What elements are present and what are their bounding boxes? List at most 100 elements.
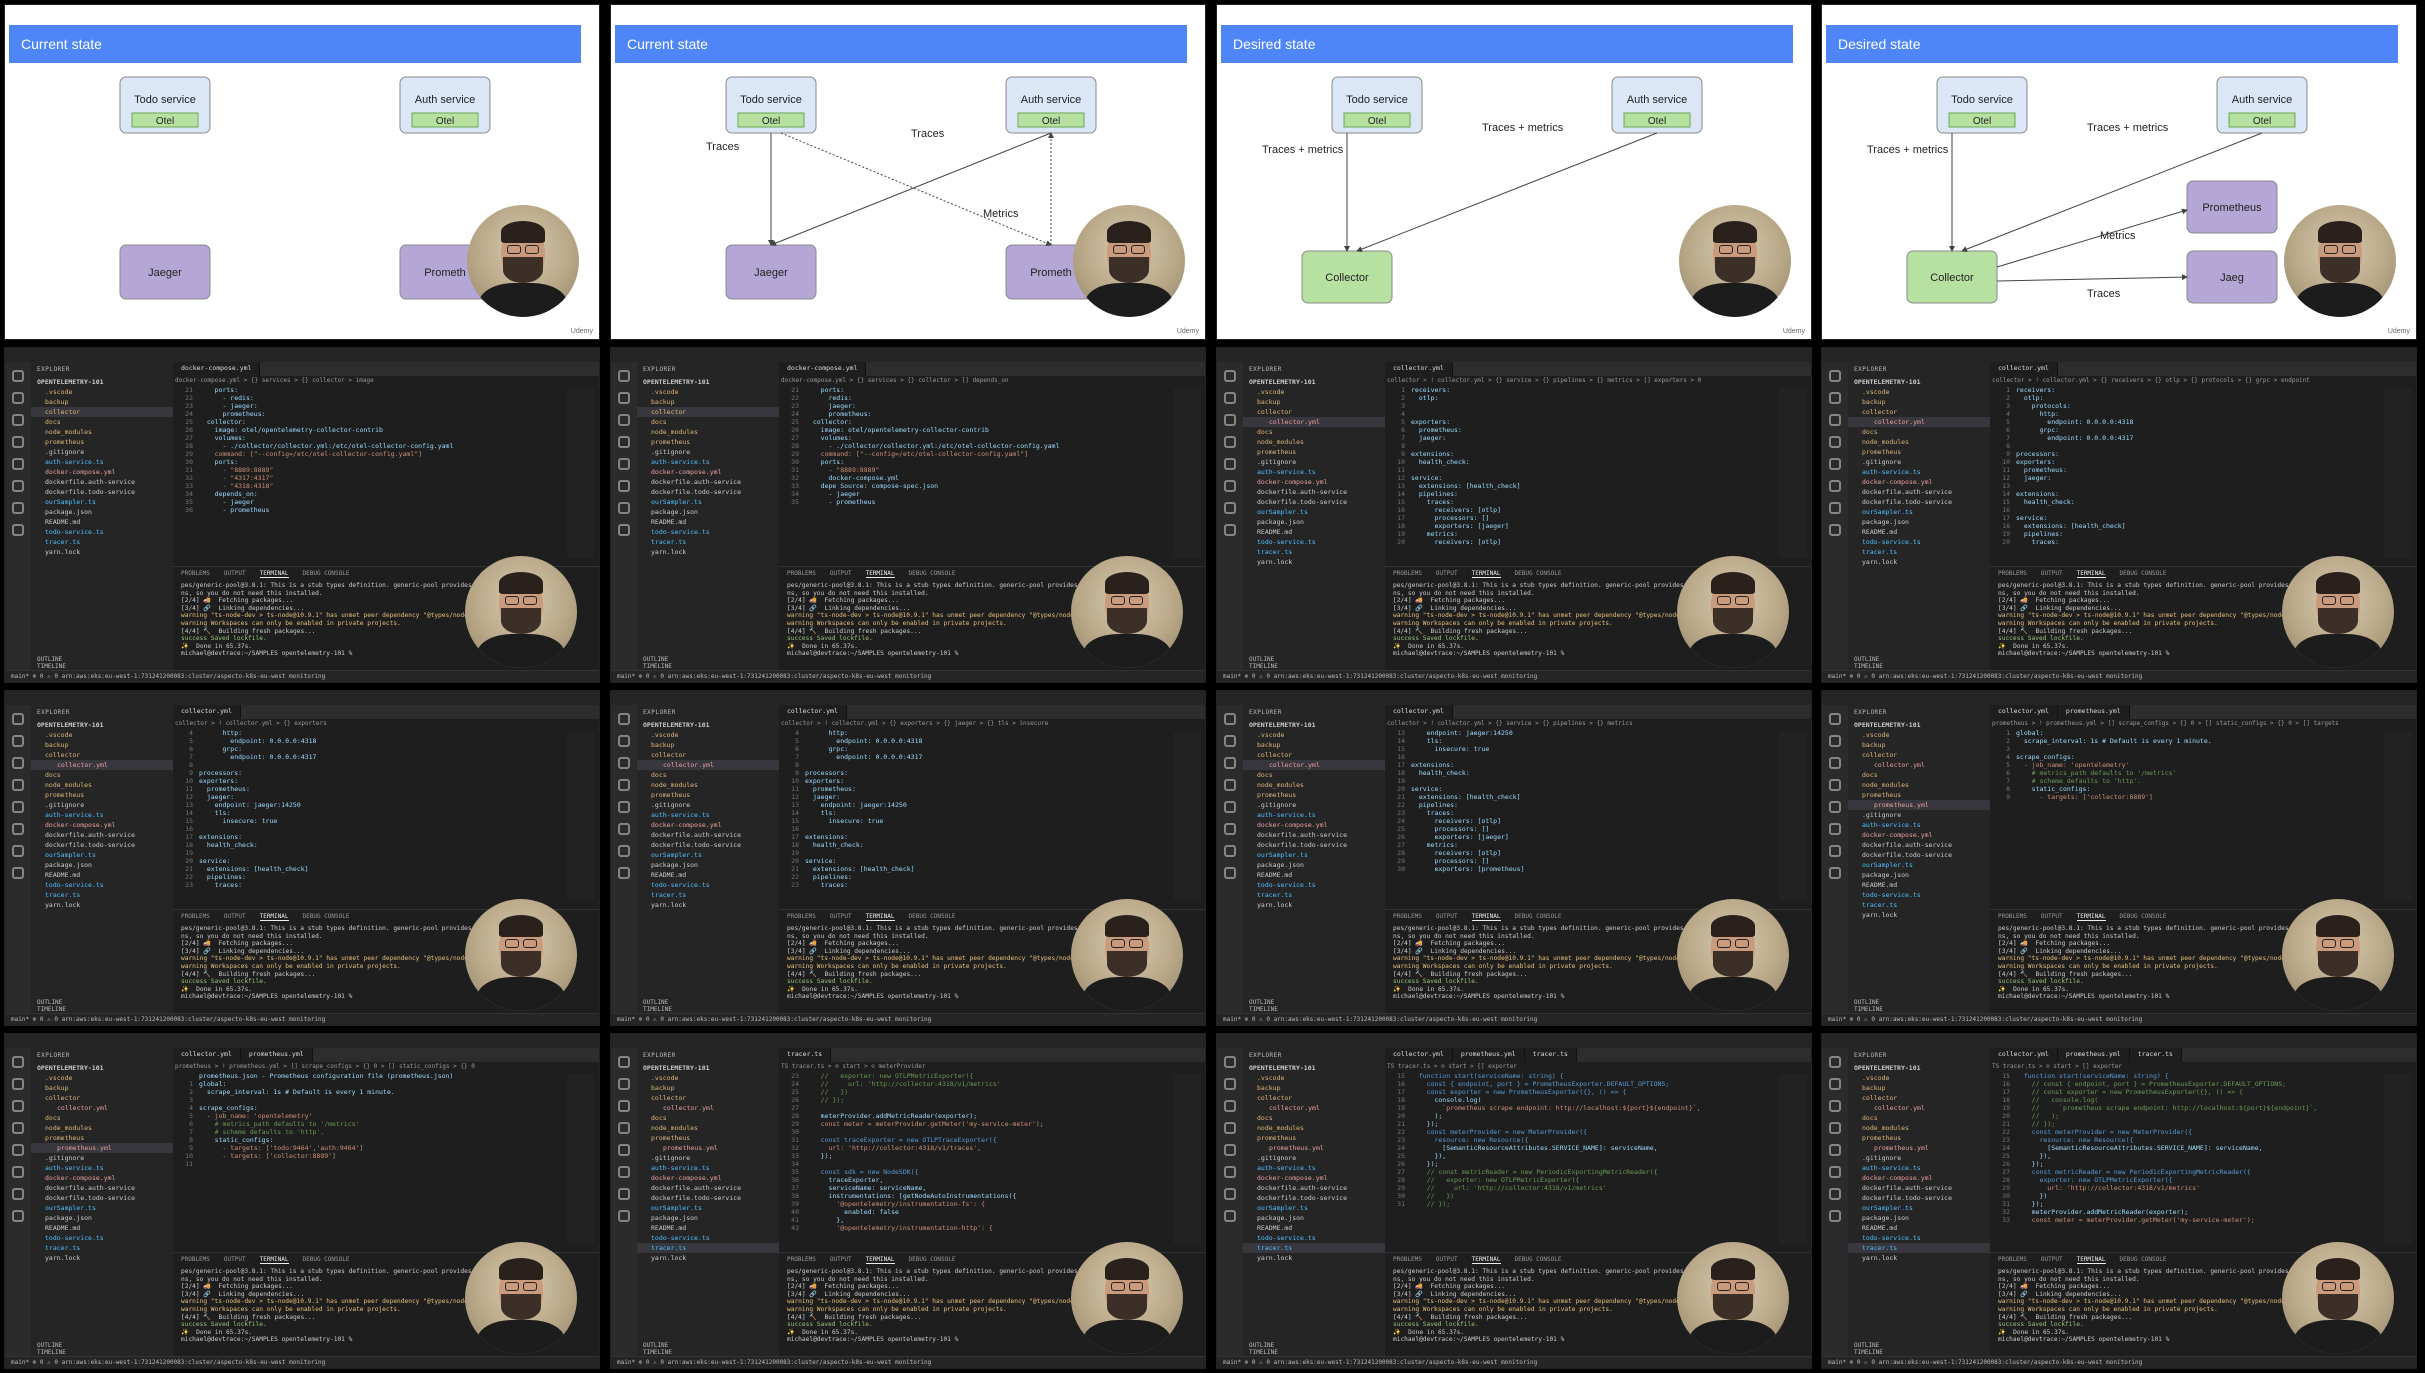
file-tree-item[interactable]: package.json (1848, 870, 1990, 880)
kubernetes-icon[interactable] (1224, 867, 1236, 879)
file-tree-item[interactable]: backup (637, 740, 779, 750)
file-tree-item[interactable]: docker-compose.yml (31, 467, 173, 477)
file-tree-item[interactable]: node_modules (1243, 780, 1385, 790)
search-icon[interactable] (618, 735, 630, 747)
panel-tab[interactable]: OUTPUT (224, 570, 246, 577)
editor-tab[interactable]: collector.yml (1385, 1048, 1453, 1062)
panel-tab[interactable]: TERMINAL (259, 1256, 289, 1264)
panel-tab[interactable]: DEBUG CONSOLE (1515, 570, 1562, 577)
file-tree-item[interactable]: dockerfile.todo-service (637, 840, 779, 850)
explorer-icon[interactable] (1224, 713, 1236, 725)
remote-icon[interactable] (1829, 1166, 1841, 1178)
file-tree-item[interactable]: README.md (1243, 1223, 1385, 1233)
minimap[interactable] (1173, 731, 1201, 901)
remote-icon[interactable] (1829, 480, 1841, 492)
file-tree-item[interactable]: package.json (1243, 860, 1385, 870)
file-tree-item[interactable]: auth-service.ts (1243, 467, 1385, 477)
panel-tab[interactable]: OUTPUT (224, 1256, 246, 1263)
file-tree-item[interactable]: tracer.ts (637, 890, 779, 900)
workspace-root[interactable]: OPENTELEMETRY-101 (637, 720, 779, 730)
file-tree-item[interactable]: yarn.lock (31, 1253, 173, 1263)
file-tree-item[interactable]: .vscode (1848, 387, 1990, 397)
kubernetes-icon[interactable] (12, 1210, 24, 1222)
extensions-icon[interactable] (1224, 1144, 1236, 1156)
panel-tab[interactable]: OUTPUT (2041, 1256, 2063, 1263)
source-control-icon[interactable] (1829, 757, 1841, 769)
file-tree-item[interactable]: dockerfile.todo-service (1848, 497, 1990, 507)
file-tree-item[interactable]: docker-compose.yml (637, 820, 779, 830)
file-tree-item[interactable]: tracer.ts (637, 1243, 779, 1253)
file-tree-item[interactable]: dockerfile.auth-service (1243, 830, 1385, 840)
extensions-icon[interactable] (1224, 458, 1236, 470)
minimap[interactable] (1173, 388, 1201, 558)
file-tree-item[interactable]: tracer.ts (1848, 547, 1990, 557)
panel-tab[interactable]: PROBLEMS (1998, 913, 2027, 920)
panel-tab[interactable]: PROBLEMS (787, 1256, 816, 1263)
panel-tab[interactable]: TERMINAL (2076, 1256, 2106, 1264)
breadcrumb[interactable]: collector > ! collector.yml > {} exporte… (781, 720, 1048, 727)
file-tree-item[interactable]: docs (637, 1113, 779, 1123)
file-tree-item[interactable]: prometheus (31, 437, 173, 447)
file-tree-item[interactable]: yarn.lock (637, 547, 779, 557)
file-tree-item[interactable]: docker-compose.yml (31, 820, 173, 830)
file-tree-item[interactable]: collector.yml (1243, 760, 1385, 770)
file-tree-item[interactable]: .gitignore (637, 1153, 779, 1163)
file-tree-item[interactable]: docs (1848, 1113, 1990, 1123)
file-tree-item[interactable]: .gitignore (31, 800, 173, 810)
file-tree-item[interactable]: package.json (637, 507, 779, 517)
file-tree-item[interactable]: docs (1243, 1113, 1385, 1123)
minimap[interactable] (1779, 1074, 1807, 1244)
file-tree-item[interactable]: tracer.ts (1848, 900, 1990, 910)
file-tree-item[interactable]: dockerfile.auth-service (1243, 487, 1385, 497)
kubernetes-icon[interactable] (1224, 1210, 1236, 1222)
kubernetes-icon[interactable] (618, 1210, 630, 1222)
code-editor[interactable]: 1 receivers: 2 otlp: 3 protocols: 4 http: 5 e… (1990, 386, 2380, 566)
panel-tab[interactable]: TERMINAL (865, 1256, 895, 1264)
timeline-section[interactable]: TIMELINE (1249, 1006, 1379, 1013)
file-tree-item[interactable]: ourSampler.ts (1848, 507, 1990, 517)
status-bar[interactable]: main* ⊗ 0 ⚠ 0 arn:aws:eks:eu-west-1:7312… (1217, 1356, 1811, 1368)
outline-section[interactable]: OUTLINE (37, 656, 167, 663)
file-tree-item[interactable]: docker-compose.yml (637, 1173, 779, 1183)
minimap[interactable] (1779, 388, 1807, 558)
explorer-icon[interactable] (618, 1056, 630, 1068)
file-tree-item[interactable]: node_modules (31, 1123, 173, 1133)
run-debug-icon[interactable] (1829, 436, 1841, 448)
file-tree-item[interactable]: docker-compose.yml (31, 1173, 173, 1183)
editor-tab[interactable]: prometheus.yml (2057, 705, 2130, 719)
file-tree-item[interactable]: auth-service.ts (637, 810, 779, 820)
file-tree-item[interactable]: .gitignore (31, 1153, 173, 1163)
file-tree-item[interactable]: prometheus (1848, 790, 1990, 800)
file-tree-item[interactable]: package.json (1848, 1213, 1990, 1223)
file-tree-item[interactable]: .vscode (1243, 387, 1385, 397)
breadcrumb[interactable]: prometheus > ! prometheus.yml > [] scrap… (1992, 720, 2339, 727)
extensions-icon[interactable] (1829, 458, 1841, 470)
timeline-section[interactable]: TIMELINE (37, 1349, 167, 1356)
editor-tab[interactable]: tracer.ts (779, 1048, 832, 1062)
file-tree-item[interactable]: collector (637, 750, 779, 760)
file-tree-item[interactable]: dockerfile.auth-service (31, 477, 173, 487)
workspace-root[interactable]: OPENTELEMETRY-101 (31, 377, 173, 387)
panel-tab[interactable]: PROBLEMS (181, 913, 210, 920)
file-tree-item[interactable]: README.md (1848, 880, 1990, 890)
file-tree-item[interactable]: collector (1243, 1093, 1385, 1103)
file-tree-item[interactable]: tracer.ts (1243, 1243, 1385, 1253)
file-tree-item[interactable]: prometheus (1243, 790, 1385, 800)
file-tree-item[interactable]: prometheus (637, 437, 779, 447)
status-bar[interactable]: main* ⊗ 0 ⚠ 0 arn:aws:eks:eu-west-1:7312… (5, 670, 599, 682)
file-tree-item[interactable]: node_modules (637, 1123, 779, 1133)
file-tree-item[interactable]: collector (1243, 750, 1385, 760)
search-icon[interactable] (1224, 735, 1236, 747)
panel-tab[interactable]: TERMINAL (1471, 570, 1501, 578)
explorer-icon[interactable] (618, 370, 630, 382)
minimap[interactable] (2384, 388, 2412, 558)
docker-icon[interactable] (12, 845, 24, 857)
file-tree-item[interactable]: collector.yml (31, 1103, 173, 1113)
workspace-root[interactable]: OPENTELEMETRY-101 (1848, 720, 1990, 730)
file-tree-item[interactable]: package.json (637, 1213, 779, 1223)
file-tree-item[interactable]: README.md (1243, 870, 1385, 880)
file-tree-item[interactable]: dockerfile.todo-service (31, 1193, 173, 1203)
file-tree-item[interactable]: backup (31, 740, 173, 750)
file-tree-item[interactable]: package.json (31, 507, 173, 517)
file-tree-item[interactable]: package.json (31, 1213, 173, 1223)
